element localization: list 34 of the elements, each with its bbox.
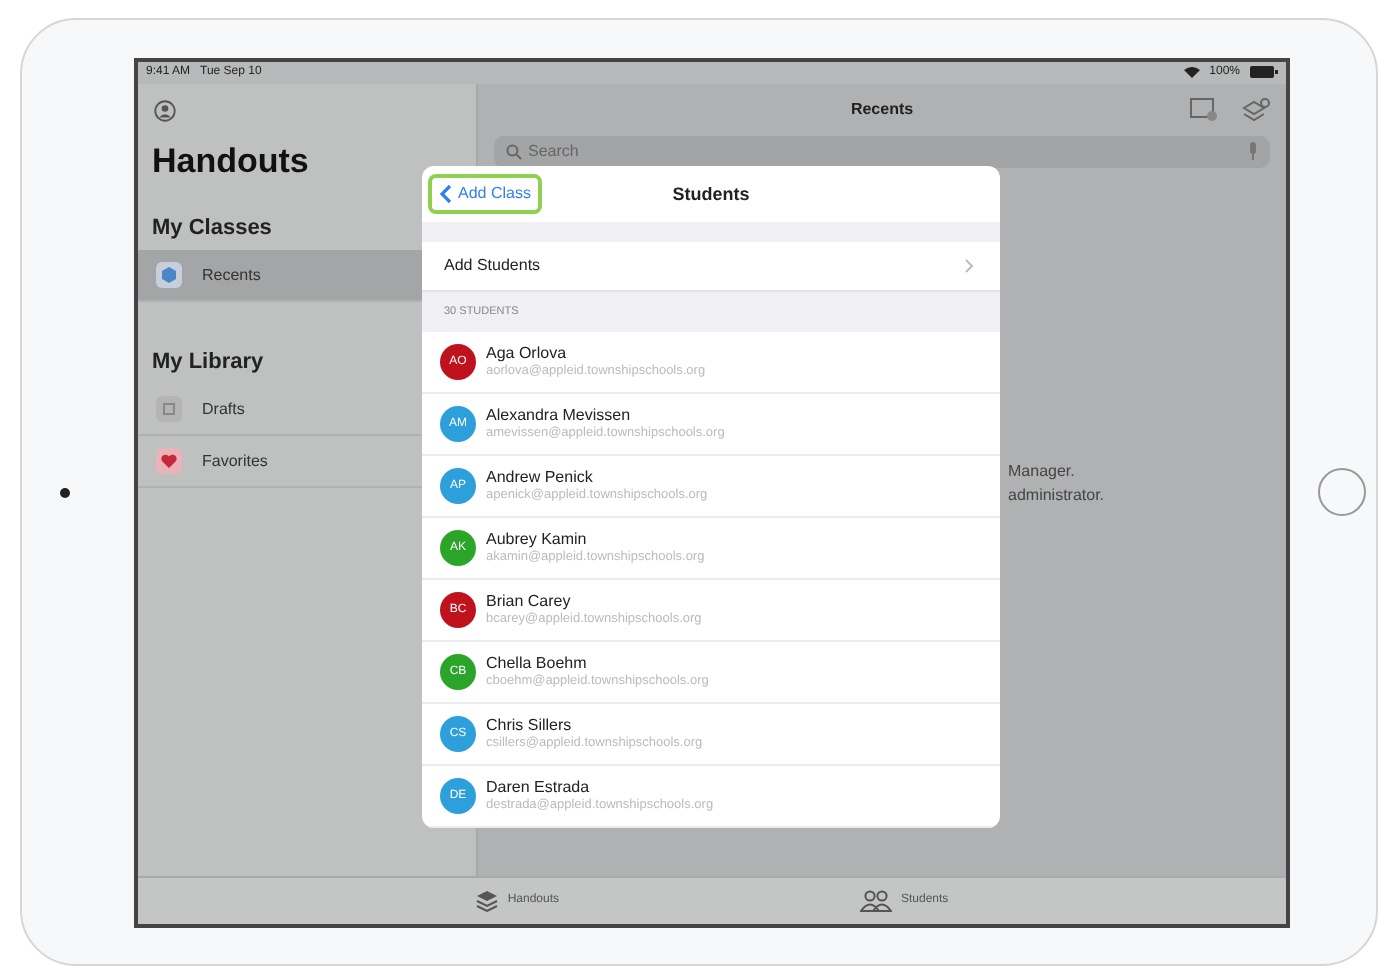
people-icon bbox=[859, 889, 891, 911]
sheet-title: Students bbox=[672, 183, 750, 203]
search-bar[interactable]: Search bbox=[494, 135, 1270, 167]
student-name: Aubrey Kamin bbox=[486, 530, 589, 548]
stack-icon[interactable] bbox=[1242, 97, 1270, 121]
chevron-left-icon bbox=[440, 183, 452, 203]
student-name: Chris Sillers bbox=[486, 716, 574, 734]
section-heading: My Classes bbox=[152, 215, 272, 239]
battery-icon bbox=[1250, 66, 1278, 78]
chevron-right-icon bbox=[964, 257, 974, 273]
detail-title: Recents bbox=[850, 100, 914, 118]
layers-icon bbox=[475, 889, 498, 911]
student-name: Alexandra Mevissen bbox=[486, 406, 633, 424]
wifi-icon bbox=[1183, 66, 1200, 78]
back-button[interactable]: Add Class bbox=[428, 173, 543, 213]
heart-icon bbox=[156, 447, 182, 473]
profile-icon[interactable] bbox=[154, 99, 176, 121]
microphone-icon bbox=[1248, 142, 1258, 160]
student-name: Daren Estrada bbox=[486, 778, 592, 796]
image-icon[interactable] bbox=[1190, 97, 1218, 121]
camera-dot bbox=[59, 487, 69, 497]
student-name: Brian Carey bbox=[486, 592, 573, 610]
student-name: Chella Boehm bbox=[486, 654, 589, 672]
class-icon bbox=[156, 261, 182, 287]
home-button[interactable] bbox=[1317, 468, 1365, 516]
info-text: administrator. bbox=[1008, 483, 1105, 507]
student-name: Aga Orlova bbox=[486, 344, 569, 362]
document-icon bbox=[156, 395, 182, 421]
info-text: Manager. bbox=[1008, 459, 1075, 483]
sidebar-title: Handouts bbox=[152, 141, 311, 181]
section-heading: My Library bbox=[152, 349, 264, 373]
search-field[interactable]: Search bbox=[528, 142, 1242, 160]
search-icon bbox=[506, 143, 522, 159]
student-name: Andrew Penick bbox=[486, 468, 595, 486]
